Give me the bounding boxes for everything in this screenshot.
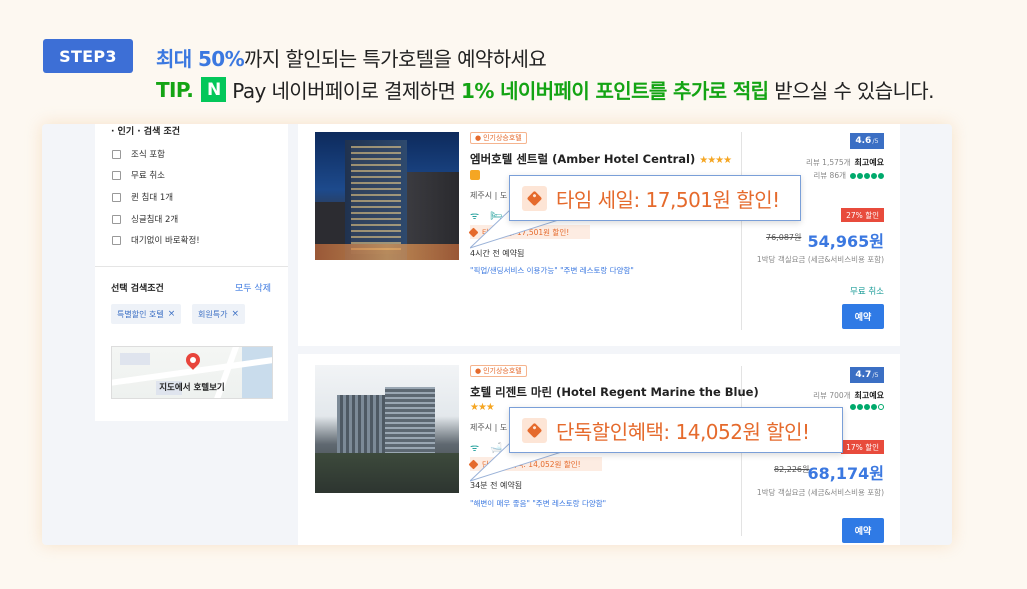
score-scale: /5 [872,371,879,379]
price-note: 1박당 객실요금 (세금&서비스비용 포함) [756,488,884,497]
filter-breakfast[interactable]: 조식 포함 [112,148,165,160]
callout-text: 단독할인혜택: 14,052원 할인! [556,419,810,444]
rating-grade: 최고예요 [854,158,884,167]
filter-label: 퀸 침대 1개 [131,193,174,203]
tripadvisor-count: 리뷰 86개 [813,171,846,180]
review-highlights: "픽업/샌딩서비스 이용가능" "주변 레스토랑 다양함" [470,266,634,275]
filter-label: 무료 취소 [131,171,165,181]
review-count-text: 리뷰 1,575개 [805,158,851,167]
review-count[interactable]: 리뷰 700개 최고예요 [813,390,884,401]
sale-price: 54,965원 [807,232,884,251]
hotel-photo[interactable] [315,132,459,260]
step-badge: STEP3 [43,39,133,73]
price-note: 1박당 객실요금 (세금&서비스비용 포함) [756,255,884,264]
headline-2-text: Pay 네이버페이로 결제하면 [232,79,462,103]
badge-label: 인기상승호텔 [483,134,522,142]
map-block [120,353,150,365]
checkbox-icon[interactable] [112,192,121,202]
headline-1-highlight: 최대 50% [156,47,245,71]
filter-queen-bed[interactable]: 퀸 침대 1개 [112,191,173,203]
hotel-name[interactable]: 엠버호텔 센트럴 (Amber Hotel Central) ★★★★ [470,151,732,167]
tripadvisor-rating [846,404,884,410]
discount-badge: 17% 할인 [841,440,884,454]
tag-icon [522,417,547,443]
checkbox-icon[interactable] [112,149,121,159]
filter-section-heading: · 인기 · 검색 조건 [111,127,181,137]
rating-grade: 최고예요 [854,391,884,400]
review-count-text: 리뷰 700개 [813,391,851,400]
filter-sidebar: · 인기 · 검색 조건 조식 포함 무료 취소 퀸 침대 1개 싱글침대 2개… [95,124,288,421]
popular-badge: ● 인기상승호텔 [470,132,527,144]
selected-filters-title: 선택 검색조건 [111,284,164,294]
chip-label: 회원특가 [198,309,228,319]
npay-logo-icon: N [201,77,227,102]
headline-2: TIP. N Pay 네이버페이로 결제하면 1% 네이버페이 포인트를 추가로… [156,75,934,104]
fire-icon: ● [475,134,482,142]
building-windows [351,146,401,254]
clear-all-link[interactable]: 모두 삭제 [235,281,271,294]
checkbox-icon[interactable] [112,214,121,224]
sale-price: 68,174원 [807,464,884,483]
review-highlights: "해변이 매우 좋음" "주변 레스토랑 다양함" [470,499,607,508]
tip-label: TIP. [156,77,194,102]
filter-single-beds[interactable]: 싱글침대 2개 [112,213,178,225]
row-divider [298,346,900,354]
tripadvisor-icon [849,404,884,410]
headline-1-text: 까지 할인되는 특가호텔을 예약하세요 [244,47,547,71]
filter-instant-confirm[interactable]: 대기없이 바로확정! [112,234,200,246]
star-rating: ★★★★ [699,155,732,166]
fire-icon: ● [475,367,482,375]
score-scale: /5 [872,137,879,145]
time-sale-callout: 타임 세일: 17,501원 할인! [509,175,801,221]
headline-2-tail: 받으실 수 있습니다. [768,79,934,103]
hotel-name-text[interactable]: 호텔 리젠트 마린 (Hotel Regent Marine the Blue) [470,385,759,399]
rating-score: 4.6/5 [850,133,884,149]
score-value: 4.7 [855,370,872,380]
map-label: 지도에서 호텔보기 [159,383,225,393]
street-lights [315,244,459,260]
review-count[interactable]: 리뷰 1,575개 최고예요 [806,157,884,168]
filter-label: 조식 포함 [131,150,165,160]
close-icon[interactable]: × [231,309,239,319]
checkbox-icon[interactable] [112,170,121,180]
book-button[interactable]: 예약 [842,304,884,329]
headline-1: 최대 50%까지 할인되는 특가호텔을 예약하세요 [156,43,547,72]
tripadvisor-icon [849,172,884,179]
hotel-name-text[interactable]: 엠버호텔 센트럴 (Amber Hotel Central) [470,152,695,166]
book-button[interactable]: 예약 [842,518,884,543]
exclusive-discount-callout: 단독할인혜택: 14,052원 할인! [509,407,843,453]
tag-icon [522,185,547,211]
callout-text: 타임 세일: 17,501원 할인! [556,187,780,212]
filter-label: 대기없이 바로확정! [131,236,200,246]
free-cancel-label: 무료 취소 [850,287,884,297]
chip-member-deal[interactable]: 회원특가 × [192,304,245,324]
chip-special-discount[interactable]: 특별할인 호텔 × [111,304,182,324]
divider [741,132,742,330]
popular-badge: ● 인기상승호텔 [470,365,527,377]
filter-label: 싱글침대 2개 [131,215,179,225]
hotel-photo[interactable] [315,365,459,493]
hotel-name[interactable]: 호텔 리젠트 마린 (Hotel Regent Marine the Blue) [470,384,759,400]
hotel-location: 제주시 | 도 [470,191,508,200]
badge-label: 인기상승호텔 [483,367,522,375]
trees-and-street [315,453,459,493]
map-view-button[interactable]: 지도에서 호텔보기 [111,346,273,399]
headline-2-highlight: 1% 네이버페이 포인트를 추가로 적립 [461,79,769,103]
hotel-type-icon [470,170,480,180]
hotel-location: 제주시 | 도 [470,423,508,432]
close-icon[interactable]: × [168,309,176,319]
original-price: 82,226원 [774,465,810,474]
tripadvisor-rating: 리뷰 86개 [813,170,884,181]
divider [95,266,288,267]
filter-free-cancel[interactable]: 무료 취소 [112,169,165,181]
score-value: 4.6 [855,136,872,146]
original-price: 76,087원 [766,233,802,242]
star-rating: ★★★ [470,402,495,413]
rating-score: 4.7/5 [850,367,884,383]
chip-label: 특별할인 호텔 [117,309,164,319]
checkbox-icon[interactable] [112,235,121,245]
discount-badge: 27% 할인 [841,208,884,222]
